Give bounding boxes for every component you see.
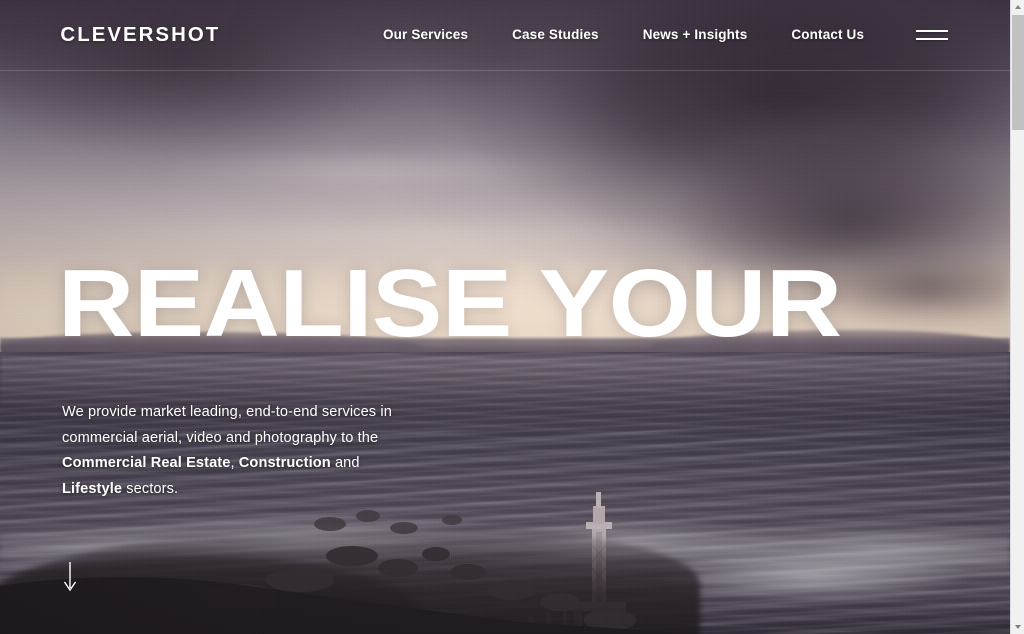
- nav-item-case-studies[interactable]: Case Studies: [512, 27, 599, 42]
- arrow-down-icon[interactable]: [62, 562, 78, 592]
- hero-description-emphasis-1: Commercial Real Estate: [62, 455, 231, 472]
- primary-navigation: Our Services Case Studies News + Insight…: [383, 27, 864, 42]
- site-header: CLEVERSHOT Our Services Case Studies New…: [0, 0, 1010, 71]
- vertical-scrollbar[interactable]: [1010, 0, 1024, 634]
- nav-item-our-services[interactable]: Our Services: [383, 27, 468, 42]
- scrollbar-thumb[interactable]: [1012, 15, 1024, 130]
- scroll-down-arrow-icon[interactable]: [1011, 620, 1024, 634]
- scroll-up-glyph: [1015, 5, 1021, 9]
- nav-item-contact-us[interactable]: Contact Us: [791, 27, 864, 42]
- hero-section: REALISE YOUR We provide market leading, …: [0, 0, 1010, 634]
- page-canvas: REALISE YOUR We provide market leading, …: [0, 0, 1010, 634]
- hero-description-sep-2: and: [330, 455, 360, 472]
- hamburger-bar-bottom: [916, 38, 948, 40]
- hero-headline: REALISE YOUR: [58, 250, 842, 357]
- hero-description-part-end: sectors.: [122, 481, 179, 498]
- hamburger-bar-top: [916, 30, 948, 32]
- hero-description-emphasis-2: Construction: [238, 455, 331, 472]
- cloud-wisp-upper: [140, 150, 600, 192]
- hero-description-part-1: We provide market leading, end-to-end se…: [62, 404, 392, 446]
- browser-viewport: REALISE YOUR We provide market leading, …: [0, 0, 1024, 634]
- scroll-up-arrow-icon[interactable]: [1011, 0, 1024, 14]
- scroll-down-glyph: [1015, 625, 1021, 629]
- shore-rocks: [0, 510, 700, 634]
- hero-description-sep-1: ,: [230, 455, 239, 472]
- cloud-wisp-lower: [60, 218, 760, 252]
- nav-item-news-insights[interactable]: News + Insights: [643, 27, 748, 42]
- hero-description: We provide market leading, end-to-end se…: [62, 400, 392, 503]
- brand-logo[interactable]: CLEVERSHOT: [60, 24, 220, 47]
- hero-description-emphasis-3: Lifestyle: [62, 481, 123, 498]
- hamburger-menu-icon[interactable]: [916, 30, 948, 42]
